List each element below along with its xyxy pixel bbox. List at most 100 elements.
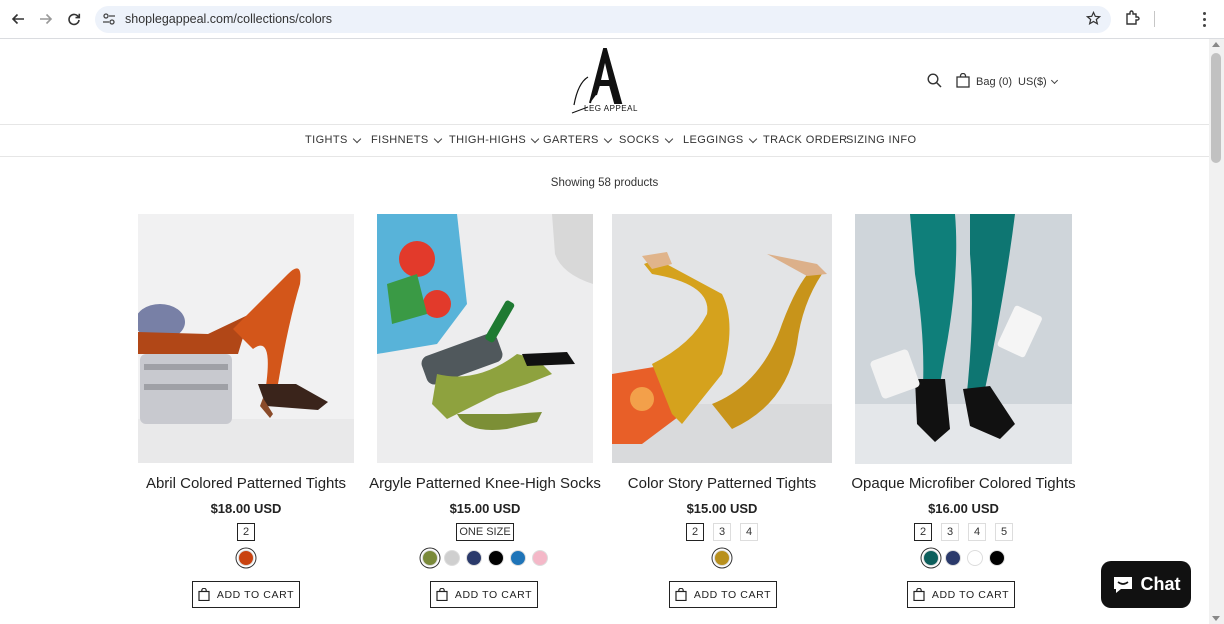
page-scrollbar[interactable] <box>1209 39 1224 624</box>
nav-label: TRACK ORDER <box>763 134 848 146</box>
product-price: $16.00 USD <box>928 501 999 516</box>
product-count: Showing 58 products <box>550 177 659 189</box>
color-swatch[interactable] <box>422 550 438 566</box>
add-to-cart-label: ADD TO CART <box>216 588 295 601</box>
currency-label: US($) <box>1018 76 1047 88</box>
scrollbar-thumb[interactable] <box>1211 53 1221 163</box>
size-option[interactable]: 4 <box>740 523 758 541</box>
add-to-cart-button[interactable]: ADD TO CART <box>430 581 538 608</box>
product-image[interactable] <box>138 214 354 463</box>
product-image[interactable] <box>612 214 832 463</box>
browser-toolbar: shoplegappeal.com/collections/colors <box>0 0 1224 39</box>
size-option[interactable]: 2 <box>914 523 932 541</box>
extensions-icon[interactable] <box>1124 9 1142 32</box>
color-swatch[interactable] <box>988 550 1005 566</box>
size-options: 2 <box>138 523 354 541</box>
address-bar[interactable]: shoplegappeal.com/collections/colors <box>95 6 1111 33</box>
product-title[interactable]: Abril Colored Patterned Tights <box>108 475 384 492</box>
bag-icon <box>198 588 210 601</box>
reload-icon[interactable] <box>64 9 84 29</box>
bag-icon <box>675 588 687 601</box>
product-title[interactable]: Opaque Microfiber Colored Tights <box>825 475 1102 492</box>
size-option[interactable]: 4 <box>968 523 986 541</box>
back-icon[interactable] <box>8 9 28 29</box>
bookmark-star-icon[interactable] <box>1085 10 1102 31</box>
add-to-cart-button[interactable]: ADD TO CART <box>192 581 300 608</box>
color-swatch[interactable] <box>238 550 254 566</box>
size-options: 2 3 4 5 <box>855 523 1072 541</box>
color-swatches <box>612 550 832 566</box>
chevron-down-icon <box>603 134 613 143</box>
color-swatches <box>855 550 1072 566</box>
bag-icon <box>913 588 925 601</box>
chat-bubble-icon <box>1113 576 1132 593</box>
add-to-cart-label: ADD TO CART <box>693 588 772 601</box>
toolbar-divider <box>1154 11 1155 27</box>
site-header: LEG APPEAL Bag (0) US($) <box>0 39 1209 125</box>
nav-item-thigh-highs[interactable]: THIGH-HIGHS <box>449 134 540 146</box>
size-option[interactable]: ONE SIZE <box>456 523 514 541</box>
size-option[interactable]: 2 <box>237 523 255 541</box>
color-swatch[interactable] <box>488 550 504 566</box>
main-navigation: TIGHTS FISHNETS THIGH-HIGHS GARTERS SOCK… <box>0 125 1209 157</box>
color-swatch[interactable] <box>466 550 482 566</box>
nav-label: FISHNETS <box>371 134 429 146</box>
chevron-down-icon <box>664 134 673 143</box>
color-swatch[interactable] <box>510 550 526 566</box>
nav-label: TIGHTS <box>305 134 348 146</box>
nav-item-garters[interactable]: GARTERS <box>543 134 613 146</box>
product-image[interactable] <box>377 214 593 463</box>
url-text[interactable]: shoplegappeal.com/collections/colors <box>125 12 332 26</box>
chevron-down-icon <box>433 134 442 143</box>
color-swatches <box>377 550 593 566</box>
color-swatch[interactable] <box>444 550 460 566</box>
nav-item-socks[interactable]: SOCKS <box>619 134 673 146</box>
size-option[interactable]: 3 <box>713 523 731 541</box>
product-price: $15.00 USD <box>449 501 521 516</box>
nav-item-track-order[interactable]: TRACK ORDER <box>763 134 847 146</box>
color-swatch[interactable] <box>714 550 730 566</box>
nav-label: LEGGINGS <box>683 134 744 146</box>
product-image[interactable] <box>855 214 1072 464</box>
forward-icon[interactable] <box>36 9 56 29</box>
size-options: ONE SIZE <box>377 523 593 541</box>
chat-button[interactable]: Chat <box>1101 561 1191 608</box>
size-options: 2 3 4 <box>612 523 832 541</box>
nav-label: SIZING INFO <box>846 134 917 146</box>
color-swatch[interactable] <box>532 550 548 566</box>
logo-wordmark: LEG APPEAL <box>584 104 638 113</box>
size-option[interactable]: 3 <box>941 523 959 541</box>
nav-item-sizing-info[interactable]: SIZING INFO <box>846 134 916 146</box>
color-swatch[interactable] <box>966 550 983 566</box>
nav-item-leggings[interactable]: LEGGINGS <box>683 134 757 146</box>
bag-icon <box>436 588 448 601</box>
chevron-down-icon <box>530 134 540 143</box>
currency-selector[interactable]: US($) <box>1018 76 1058 88</box>
add-to-cart-label: ADD TO CART <box>931 588 1010 601</box>
size-option[interactable]: 2 <box>686 523 704 541</box>
more-menu-icon[interactable] <box>1196 9 1212 29</box>
nav-item-fishnets[interactable]: FISHNETS <box>371 134 442 146</box>
chevron-down-icon <box>352 134 361 143</box>
size-option[interactable]: 5 <box>995 523 1013 541</box>
nav-label: GARTERS <box>543 134 599 146</box>
bag-link[interactable]: Bag (0) <box>976 76 1012 88</box>
shopping-bag-icon[interactable] <box>956 72 970 93</box>
nav-label: THIGH-HIGHS <box>449 134 527 146</box>
scroll-up-arrow-icon[interactable] <box>1212 42 1220 47</box>
nav-item-tights[interactable]: TIGHTS <box>305 134 361 146</box>
color-swatch[interactable] <box>944 550 961 566</box>
chevron-down-icon <box>1050 76 1058 85</box>
add-to-cart-label: ADD TO CART <box>454 588 533 601</box>
chevron-down-icon <box>748 134 757 143</box>
add-to-cart-button[interactable]: ADD TO CART <box>907 581 1015 608</box>
color-swatches <box>138 550 354 566</box>
site-settings-icon[interactable] <box>102 12 116 31</box>
add-to-cart-button[interactable]: ADD TO CART <box>669 581 777 608</box>
nav-label: SOCKS <box>619 134 660 146</box>
scroll-down-arrow-icon[interactable] <box>1212 616 1220 621</box>
product-title[interactable]: Color Story Patterned Tights <box>582 475 862 492</box>
color-swatch[interactable] <box>922 550 939 566</box>
chat-label: Chat <box>1140 574 1181 594</box>
search-icon[interactable] <box>927 73 942 93</box>
